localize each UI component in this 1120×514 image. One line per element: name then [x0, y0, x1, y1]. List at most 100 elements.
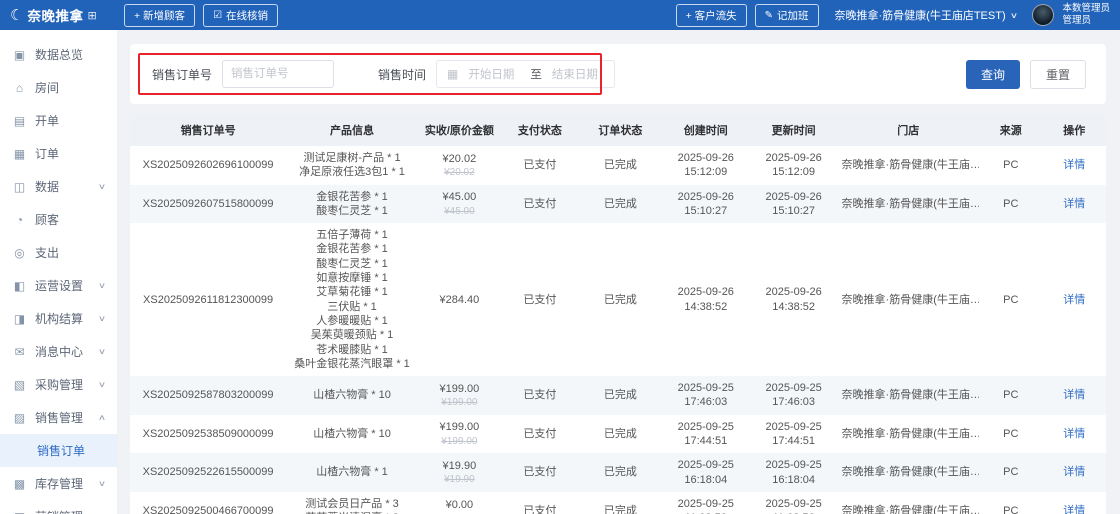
chevron-down-icon: ∨ [97, 314, 107, 323]
sidebar-item-label: 支出 [35, 246, 60, 260]
updated-time-cell: 2025-09-25 16:18:04 [765, 459, 822, 486]
chevron-down-icon: ∨ [97, 479, 107, 488]
updated-time-cell: 2025-09-26 15:12:09 [765, 152, 822, 179]
sidebar-item-sales-order[interactable]: 销售订单 [0, 434, 117, 467]
store-cell: 奈晚推拿·筋骨健康(牛王庙… [841, 505, 980, 514]
store-selector-label: 奈晚推拿·筋骨健康(牛王庙店TEST) [834, 10, 1006, 22]
sales-icon: ▨ [13, 410, 26, 425]
updated-time-cell: 2025-09-26 15:10:27 [765, 190, 822, 217]
sidebar-item-sales[interactable]: ▨ 销售管理 ∧ [0, 401, 117, 434]
data-icon: ◫ [13, 179, 26, 194]
detail-link[interactable]: 详情 [1063, 294, 1085, 306]
table-header-row: 销售订单号 产品信息 实收/原价金额 支付状态 订单状态 创建时间 更新时间 门店 来源 操作 [130, 114, 1106, 146]
sidebar-item-overview[interactable]: ▣ 数据总览 [0, 38, 117, 71]
original-price: ¥20.02 [444, 166, 475, 178]
sidebar-item-settlement[interactable]: ◨ 机构结算 ∨ [0, 302, 117, 335]
detail-link[interactable]: 详情 [1063, 159, 1085, 171]
logo-text: 奈晚推拿 [27, 9, 84, 24]
date-range-separator: 至 [530, 69, 542, 81]
product-line: 测试会员日产品 * 3 [305, 497, 399, 510]
sidebar-menu: ▣ 数据总览 ⌂ 房间 ▤ 开单 ▦ 订单 ◫ 数据 ∨ ◔ 顾客 ◎ 支出 ◧ 运营设置 ∨ ◨ 机构结算 ∨ ✉ 消息中… [0, 38, 117, 514]
paid-amount: ¥199.00 [439, 421, 480, 434]
verify-icon: ☑ [213, 9, 223, 21]
amount-cell: ¥199.00 ¥199.00 [418, 415, 501, 454]
action-cell: 详情 [1043, 185, 1107, 224]
product-info-cell: 五倍子薄荷 * 1 金银花苦参 * 1 酸枣仁灵芝 * 1 如意按摩锤 * 1 艾草菊花… [286, 223, 418, 376]
customer-loss-label: + 客户流失 [685, 9, 737, 22]
detail-link[interactable]: 详情 [1063, 389, 1085, 401]
sidebar-item-message-center[interactable]: ✉ 消息中心 ∨ [0, 335, 117, 368]
order-no-cell: XS2025092538509000099 [142, 427, 274, 440]
sidebar-item-order[interactable]: ▦ 订单 [0, 137, 117, 170]
admin-name: 管理员 [1062, 15, 1091, 26]
original-price: ¥199.00 [441, 397, 478, 409]
product-line: 吴茱萸暖颈贴 * 1 [310, 329, 394, 342]
chevron-down-icon: ∨ [97, 380, 107, 389]
order-no-cell: XS2025092602696100099 [142, 159, 274, 172]
amount-cell: ¥20.02 ¥20.02 [418, 146, 501, 185]
order-no-filter-label: 销售订单号 [152, 67, 213, 82]
order-no-cell: XS2025092607515800099 [142, 197, 274, 210]
detail-link[interactable]: 详情 [1063, 505, 1085, 514]
amount-cell: ¥284.40 [418, 223, 501, 376]
pay-status-cell: 已支付 [523, 466, 557, 479]
original-price: ¥199.00 [441, 435, 478, 447]
detail-link[interactable]: 详情 [1063, 428, 1085, 440]
product-line: 酸枣仁灵芝 * 1 [316, 257, 388, 270]
sidebar-item-operation-settings[interactable]: ◧ 运营设置 ∨ [0, 269, 117, 302]
add-customer-button[interactable]: + 新增顾客 [124, 3, 196, 27]
sidebar-item-customer[interactable]: ◔ 顾客 [0, 203, 117, 236]
detail-link[interactable]: 详情 [1063, 466, 1085, 478]
avatar[interactable] [1032, 4, 1055, 26]
sidebar-item-room[interactable]: ⌂ 房间 [0, 71, 117, 104]
created-time-cell: 2025-09-26 15:12:09 [677, 152, 734, 179]
original-price: ¥19.90 [444, 474, 475, 486]
billing-icon: ▤ [13, 113, 26, 128]
sidebar-item-label: 房间 [35, 81, 60, 95]
sidebar-item-marketing[interactable]: ◩营销管理∨ [0, 500, 117, 514]
product-info-cell: 山楂六物膏 * 1 [286, 453, 418, 492]
record-overtime-button[interactable]: ✎ 记加班 [754, 3, 819, 27]
store-cell: 奈晚推拿·筋骨健康(牛王庙… [841, 466, 980, 479]
product-info-cell: 山楂六物膏 * 10 [286, 376, 418, 415]
sidebar-item-label: 运营设置 [35, 279, 84, 293]
created-time-cell: 2025-09-2511:03:56 [677, 497, 734, 514]
sidebar-item-data[interactable]: ◫ 数据 ∨ [0, 170, 117, 203]
product-line: 山楂六物膏 * 10 [313, 389, 391, 402]
paid-amount: ¥20.02 [442, 152, 477, 165]
action-cell: 详情 [1043, 492, 1107, 514]
detail-link[interactable]: 详情 [1063, 198, 1085, 210]
pay-status-cell: 已支付 [523, 159, 557, 172]
online-verify-button[interactable]: ☑ 在线核销 [203, 3, 279, 27]
filter-bar: 销售订单号 销售时间 ▦ 开始日期 至 结束日期 查询 重置 [130, 44, 1106, 104]
action-cell: 详情 [1043, 415, 1107, 454]
sidebar-item-inventory[interactable]: ▩ 库存管理 ∨ [0, 467, 117, 500]
product-line: 山楂六物膏 * 1 [316, 466, 388, 479]
sidebar-item-billing[interactable]: ▤ 开单 [0, 104, 117, 137]
order-no-cell: XS2025092587803200099 [142, 389, 274, 402]
paid-amount: ¥0.00 [445, 498, 474, 511]
paid-amount: ¥284.40 [439, 293, 480, 306]
pay-status-cell: 已支付 [523, 197, 557, 210]
store-selector[interactable]: 奈晚推拿·筋骨健康(牛王庙店TEST) ∨ [834, 7, 1018, 23]
main-content: 销售订单号 销售时间 ▦ 开始日期 至 结束日期 查询 重置 销售订单号产品信息… [118, 30, 1120, 514]
pay-status-cell: 已支付 [523, 389, 557, 402]
sidebar-item-expense[interactable]: ◎ 支出 [0, 236, 117, 269]
sidebar-item-label: 机构结算 [35, 312, 84, 326]
customer-loss-button[interactable]: + 客户流失 [675, 3, 747, 27]
store-cell: 奈晚推拿·筋骨健康(牛王庙… [841, 159, 980, 172]
order-status-cell: 已完成 [603, 427, 637, 440]
updated-time-cell: 2025-09-25 17:44:51 [765, 420, 822, 448]
query-button[interactable]: 查询 [965, 59, 1020, 89]
chevron-down-icon: ∨ [97, 281, 107, 290]
settlement-icon: ◨ [13, 311, 26, 326]
date-range-picker[interactable]: ▦ 开始日期 至 结束日期 [436, 60, 615, 88]
order-no-input[interactable] [222, 60, 335, 88]
updated-time-cell: 2025-09-2511:03:56 [765, 497, 822, 514]
order-no-cell: XS2025092500466700099 [142, 505, 274, 514]
reset-button[interactable]: 重置 [1029, 59, 1086, 89]
sidebar-item-label: 数据总览 [35, 48, 84, 62]
sidebar-item-purchase[interactable]: ▧ 采购管理 ∨ [0, 368, 117, 401]
order-status-cell: 已完成 [603, 159, 637, 172]
order-no-cell: XS2025092611812300099 [143, 293, 274, 306]
